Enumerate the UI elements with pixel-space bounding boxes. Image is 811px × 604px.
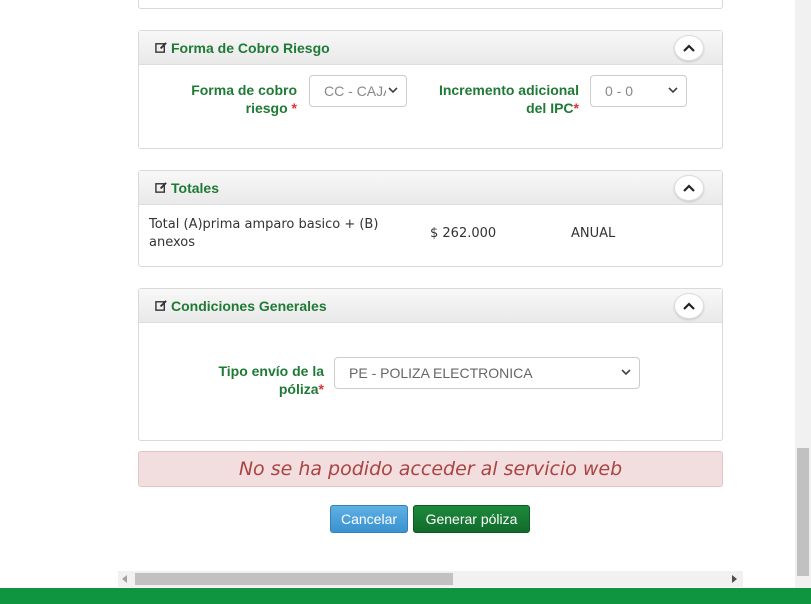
chevron-up-icon <box>683 184 695 192</box>
tipo-envio-select[interactable]: PE - POLIZA ELECTRONICA <box>334 357 640 389</box>
label-line: Forma de cobro <box>191 82 297 98</box>
forma-cobro-panel: Forma de Cobro Riesgo Forma de cobro rie… <box>138 30 723 149</box>
collapse-button[interactable] <box>674 175 704 201</box>
panel-header: Forma de Cobro Riesgo <box>139 31 722 65</box>
incremento-ipc-label: Incremento adicional del IPC* <box>429 81 579 117</box>
totales-panel: Totales Total (A)prima amparo basico + (… <box>138 170 723 267</box>
chevron-up-icon <box>683 302 695 310</box>
chevron-up-icon <box>683 44 695 52</box>
select-value: 0 - 0 <box>605 83 634 99</box>
label-line: Incremento adicional <box>438 82 579 98</box>
condiciones-panel: Condiciones Generales Tipo envío de la p… <box>138 288 723 441</box>
scroll-right-arrow-icon[interactable] <box>732 575 737 583</box>
panel-header: Totales <box>139 171 722 205</box>
chevron-down-icon <box>388 87 398 94</box>
tipo-envio-label: Tipo envío de la póliza* <box>199 362 324 398</box>
panel-title-text: Totales <box>171 180 219 196</box>
horizontal-scroll-thumb[interactable] <box>135 573 453 585</box>
required-mark: * <box>291 100 297 116</box>
desc-line: Total (A)prima amparo basico + (B) <box>149 217 379 232</box>
panel-header: Condiciones Generales <box>139 289 722 323</box>
vertical-scrollbar[interactable] <box>795 0 811 588</box>
forma-cobro-label: Forma de cobro riesgo * <box>179 81 297 117</box>
edit-icon <box>155 182 167 193</box>
panel-title-text: Forma de Cobro Riesgo <box>171 40 330 56</box>
collapse-button[interactable] <box>674 293 704 319</box>
required-mark: * <box>573 100 579 116</box>
total-period: ANUAL <box>571 226 616 241</box>
previous-panel-bottom <box>138 0 723 9</box>
forma-cobro-select[interactable]: CC - CAJA <box>309 75 407 107</box>
total-amount: $ 262.000 <box>430 226 497 241</box>
vertical-scroll-thumb[interactable] <box>797 448 809 576</box>
desc-line: anexos <box>149 235 195 250</box>
panel-title-text: Condiciones Generales <box>171 298 327 314</box>
chevron-down-icon <box>668 87 678 94</box>
footer-bar <box>0 588 811 604</box>
incremento-ipc-select[interactable]: 0 - 0 <box>590 75 687 107</box>
collapse-button[interactable] <box>674 35 704 61</box>
edit-icon <box>155 300 167 311</box>
label-line: Tipo envío de la <box>218 363 324 379</box>
select-value: CC - CAJA <box>324 83 386 99</box>
select-value: PE - POLIZA ELECTRONICA <box>349 365 533 381</box>
label-line: póliza <box>278 381 319 397</box>
edit-icon <box>155 42 167 53</box>
required-mark: * <box>318 381 324 397</box>
scroll-left-arrow-icon[interactable] <box>122 575 127 583</box>
error-alert: No se ha podido acceder al servicio web <box>138 451 723 487</box>
panel-title: Forma de Cobro Riesgo <box>155 40 330 56</box>
cancel-button[interactable]: Cancelar <box>330 505 408 533</box>
label-line: riesgo <box>245 100 288 116</box>
horizontal-scrollbar[interactable] <box>118 571 743 587</box>
chevron-down-icon <box>621 369 631 376</box>
panel-title: Totales <box>155 180 219 196</box>
label-line: del IPC <box>526 100 574 116</box>
total-description: Total (A)prima amparo basico + (B) anexo… <box>149 216 409 252</box>
generate-policy-button[interactable]: Generar póliza <box>413 505 530 533</box>
panel-title: Condiciones Generales <box>155 298 327 314</box>
